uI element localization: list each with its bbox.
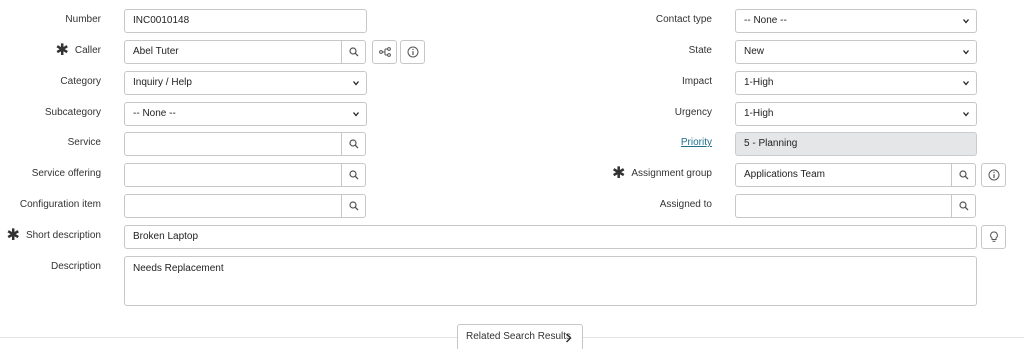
info-icon: [407, 46, 418, 58]
urgency-select[interactable]: 1-High: [735, 102, 977, 126]
assignment-group-lookup-button[interactable]: [951, 163, 976, 187]
chevron-down-icon: [963, 50, 969, 55]
show-dependency-button[interactable]: [372, 40, 397, 64]
state-select[interactable]: New: [735, 40, 977, 64]
assignment-group-label: ✱ Assignment group: [560, 163, 712, 185]
subcategory-label: Subcategory: [44, 107, 101, 118]
priority-link[interactable]: Priority: [560, 132, 712, 154]
chevron-right-icon: [565, 333, 572, 343]
number-input[interactable]: INC0010148: [124, 9, 367, 33]
impact-value: 1-High: [744, 77, 774, 88]
short-description-label: ✱ Short description: [0, 225, 101, 247]
short-description-input[interactable]: Broken Laptop: [124, 225, 977, 249]
search-icon: [348, 170, 358, 180]
related-search-results-button[interactable]: Related Search Results: [457, 324, 583, 349]
caller-label-text: Caller: [74, 45, 101, 56]
caller-info-button[interactable]: [400, 40, 425, 64]
service-label: Service: [67, 137, 101, 148]
search-icon: [958, 170, 968, 180]
search-icon: [348, 139, 358, 149]
related-search-results-label: Related Search Results: [466, 331, 572, 342]
search-icon: [348, 47, 358, 57]
service-offering-label: Service offering: [31, 168, 101, 179]
service-lookup-button[interactable]: [341, 132, 366, 156]
chevron-down-icon: [353, 112, 359, 117]
caller-lookup-button[interactable]: [341, 40, 366, 64]
configuration-item-label: Configuration item: [19, 199, 101, 210]
caller-label: ✱ Caller: [0, 40, 101, 62]
chevron-down-icon: [353, 81, 359, 86]
required-asterisk: ✱: [611, 165, 626, 182]
category-label: Category: [60, 76, 101, 87]
required-asterisk: ✱: [6, 227, 20, 244]
impact-label: Impact: [681, 76, 712, 87]
short-description-label-text: Short description: [25, 230, 101, 241]
assignment-group-label-text: Assignment group: [631, 168, 712, 179]
suggestion-button[interactable]: [981, 225, 1006, 249]
lightbulb-icon: [989, 231, 998, 242]
chevron-down-icon: [963, 19, 969, 24]
caller-input[interactable]: Abel Tuter: [124, 40, 342, 64]
priority-field: 5 - Planning: [735, 132, 977, 156]
subcategory-value: -- None --: [133, 108, 176, 119]
assignment-group-input[interactable]: Applications Team: [735, 163, 952, 187]
service-offering-input[interactable]: [124, 163, 342, 187]
required-asterisk: ✱: [55, 42, 69, 59]
search-icon: [958, 201, 968, 211]
assigned-to-label: Assigned to: [659, 199, 712, 210]
configuration-item-lookup-button[interactable]: [341, 194, 366, 218]
contact-type-select[interactable]: -- None --: [735, 9, 977, 33]
state-value: New: [744, 46, 765, 57]
chevron-down-icon: [963, 81, 969, 86]
impact-select[interactable]: 1-High: [735, 71, 977, 95]
assigned-to-input[interactable]: [735, 194, 952, 218]
urgency-label: Urgency: [674, 107, 712, 118]
description-label: Description: [50, 261, 101, 272]
assigned-to-lookup-button[interactable]: [951, 194, 976, 218]
service-offering-lookup-button[interactable]: [341, 163, 366, 187]
subcategory-select[interactable]: -- None --: [124, 102, 367, 126]
contact-type-value: -- None --: [744, 15, 787, 26]
urgency-value: 1-High: [744, 108, 774, 119]
chevron-down-icon: [963, 112, 969, 117]
category-select[interactable]: Inquiry / Help: [124, 71, 367, 95]
configuration-item-input[interactable]: [124, 194, 342, 218]
search-icon: [348, 201, 358, 211]
assignment-group-info-button[interactable]: [981, 163, 1006, 187]
service-input[interactable]: [124, 132, 342, 156]
state-label: State: [688, 45, 712, 56]
contact-type-label: Contact type: [655, 14, 712, 25]
dependency-icon: [378, 47, 391, 57]
number-label: Number: [65, 14, 101, 25]
description-textarea[interactable]: Needs Replacement: [124, 256, 977, 306]
category-value: Inquiry / Help: [133, 77, 192, 88]
info-icon: [988, 169, 999, 181]
